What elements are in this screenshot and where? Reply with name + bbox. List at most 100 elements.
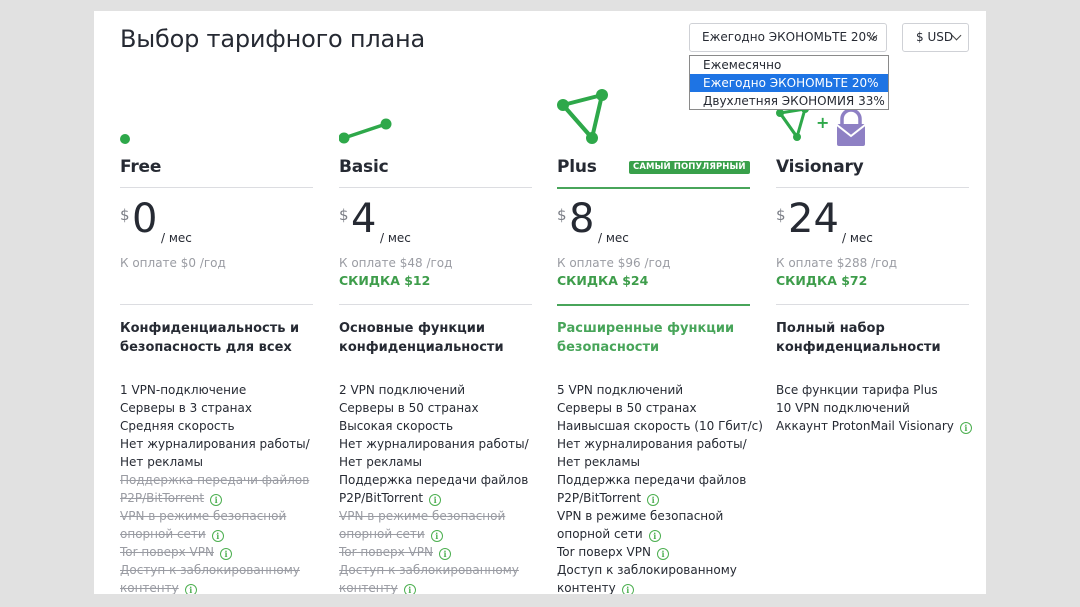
divider — [776, 304, 969, 305]
info-icon[interactable]: i — [621, 584, 634, 594]
feature-list: 2 VPN подключений Серверы в 50 странах В… — [339, 381, 534, 594]
feature-item: Поддержка передачи файлов — [557, 473, 747, 487]
plan-summary: Основные функции конфиденциальности — [339, 321, 504, 355]
feature-list: Все функции тарифа Plus 10 VPN подключен… — [776, 381, 972, 435]
feature-item-unavailable: Tor поверх VPN i — [339, 543, 534, 561]
feature-item: Аккаунт ProtonMail Visionary i — [776, 417, 972, 435]
feature-item-unavailable: Доступ к заблокированному — [339, 563, 519, 577]
price-period: / мес — [842, 231, 873, 245]
page-title: Выбор тарифного плана — [120, 25, 426, 53]
feature-item: Tor поверх VPN i — [557, 543, 752, 561]
info-icon[interactable]: i — [648, 530, 661, 542]
feature-item-unavailable: P2P/BitTorrent i — [120, 489, 315, 507]
info-icon[interactable]: i — [219, 548, 232, 560]
currency-symbol: $ — [776, 206, 786, 224]
info-icon[interactable]: i — [959, 422, 972, 434]
feature-item-unavailable: Tor поверх VPN i — [120, 543, 315, 561]
feature-item: Нет журналирования работы/ — [557, 437, 747, 451]
plan-icon-basic — [338, 91, 459, 161]
plan-name: Visionary — [776, 157, 864, 177]
plan-icon-plus — [557, 11, 677, 144]
feature-item-unavailable: контенту i — [120, 579, 315, 594]
feature-item: 2 VPN подключений — [339, 383, 466, 397]
divider — [776, 187, 969, 188]
feature-item-unavailable: опорной сети i — [120, 525, 315, 543]
info-icon[interactable]: i — [429, 494, 442, 506]
feature-item-unavailable: Поддержка передачи файлов — [120, 473, 310, 487]
info-icon[interactable]: i — [184, 584, 197, 594]
discount-label: СКИДКА $72 — [776, 273, 868, 288]
price-period: / мес — [380, 231, 411, 245]
price-period: / мес — [598, 231, 629, 245]
plan-icon-free — [120, 91, 240, 161]
price-value: 0 — [132, 196, 158, 242]
info-icon[interactable]: i — [647, 494, 660, 506]
plan-summary: Полный набор конфиденциальности — [776, 321, 941, 355]
divider — [120, 187, 313, 188]
info-icon[interactable]: i — [430, 530, 443, 542]
feature-item: 10 VPN подключений — [776, 401, 910, 415]
feature-list: 1 VPN-подключение Серверы в 3 странах Ср… — [120, 381, 315, 594]
currency-value: $ USD — [916, 30, 954, 44]
feature-item-unavailable: VPN в режиме безопасной — [120, 509, 287, 523]
feature-item: Доступ к заблокированному — [557, 563, 737, 577]
billing-cycle-select[interactable]: Ежегодно ЭКОНОМЬТЕ 20% — [689, 23, 887, 52]
feature-item: 1 VPN-подключение — [120, 383, 247, 397]
currency-symbol: $ — [339, 206, 349, 224]
feature-item: контенту i — [557, 579, 752, 594]
currency-select[interactable]: $ USD — [902, 23, 969, 52]
billed-amount: К оплате $0 /год — [120, 256, 226, 270]
discount-label: СКИДКА $24 — [557, 273, 649, 288]
triangle-network-icon — [557, 89, 608, 144]
feature-item: Средняя скорость — [120, 419, 235, 433]
feature-item: Нет рекламы — [557, 455, 641, 469]
feature-item: P2P/BitTorrent i — [557, 489, 752, 507]
feature-item-unavailable: контенту i — [339, 579, 534, 594]
feature-item: P2P/BitTorrent i — [339, 489, 534, 507]
discount-label: СКИДКА $12 — [339, 273, 431, 288]
plan-summary: Расширенные функции безопасности — [557, 321, 735, 355]
feature-item: Серверы в 50 странах — [339, 401, 479, 415]
feature-list: 5 VPN подключений Серверы в 50 странах Н… — [557, 381, 763, 594]
price-value: 4 — [351, 196, 377, 242]
plan-name: Plus — [557, 157, 597, 177]
feature-item: Высокая скорость — [339, 419, 454, 433]
two-node-icon — [338, 118, 392, 144]
feature-item: Наивысшая скорость (10 Гбит/с) — [557, 419, 763, 433]
feature-item: Нет рекламы — [339, 455, 423, 469]
feature-item: Все функции тарифа Plus — [776, 383, 938, 397]
billed-amount: К оплате $48 /год — [339, 256, 453, 270]
plan-name: Free — [120, 157, 162, 177]
info-icon[interactable]: i — [403, 584, 416, 594]
info-icon[interactable]: i — [210, 494, 223, 506]
billing-cycle-value: Ежегодно ЭКОНОМЬТЕ 20% — [702, 30, 878, 44]
divider — [339, 304, 532, 305]
divider — [557, 304, 750, 306]
billing-cycle-dropdown: Ежемесячно Ежегодно ЭКОНОМЬТЕ 20% Двухле… — [689, 55, 889, 110]
feature-item: 5 VPN подключений — [557, 383, 684, 397]
plan-name: Basic — [339, 157, 389, 177]
protonmail-lock-icon — [836, 109, 866, 146]
info-icon[interactable]: i — [211, 530, 224, 542]
feature-item-unavailable: VPN в режиме безопасной — [339, 509, 506, 523]
currency-symbol: $ — [557, 206, 567, 224]
divider — [339, 187, 532, 188]
feature-item: опорной сети i — [557, 525, 752, 543]
feature-item: Нет журналирования работы/ — [339, 437, 529, 451]
price-period: / мес — [161, 231, 192, 245]
billing-option-annual[interactable]: Ежегодно ЭКОНОМЬТЕ 20% — [690, 74, 888, 92]
billing-option-two-year[interactable]: Двухлетняя ЭКОНОМИЯ 33% — [690, 92, 888, 110]
feature-item-unavailable: опорной сети i — [339, 525, 534, 543]
divider — [557, 187, 750, 189]
info-icon[interactable]: i — [656, 548, 669, 560]
feature-item: Поддержка передачи файлов — [339, 473, 529, 487]
billing-option-monthly[interactable]: Ежемесячно — [690, 56, 888, 74]
feature-item-unavailable: Доступ к заблокированному — [120, 563, 300, 577]
billed-amount: К оплате $288 /год — [776, 256, 898, 270]
price-value: 24 — [788, 196, 839, 242]
price-value: 8 — [569, 196, 595, 242]
pricing-panel: Выбор тарифного плана Ежегодно ЭКОНОМЬТЕ… — [94, 11, 986, 594]
info-icon[interactable]: i — [438, 548, 451, 560]
plus-sign: + — [816, 113, 830, 132]
billed-amount: К оплате $96 /год — [557, 256, 671, 270]
